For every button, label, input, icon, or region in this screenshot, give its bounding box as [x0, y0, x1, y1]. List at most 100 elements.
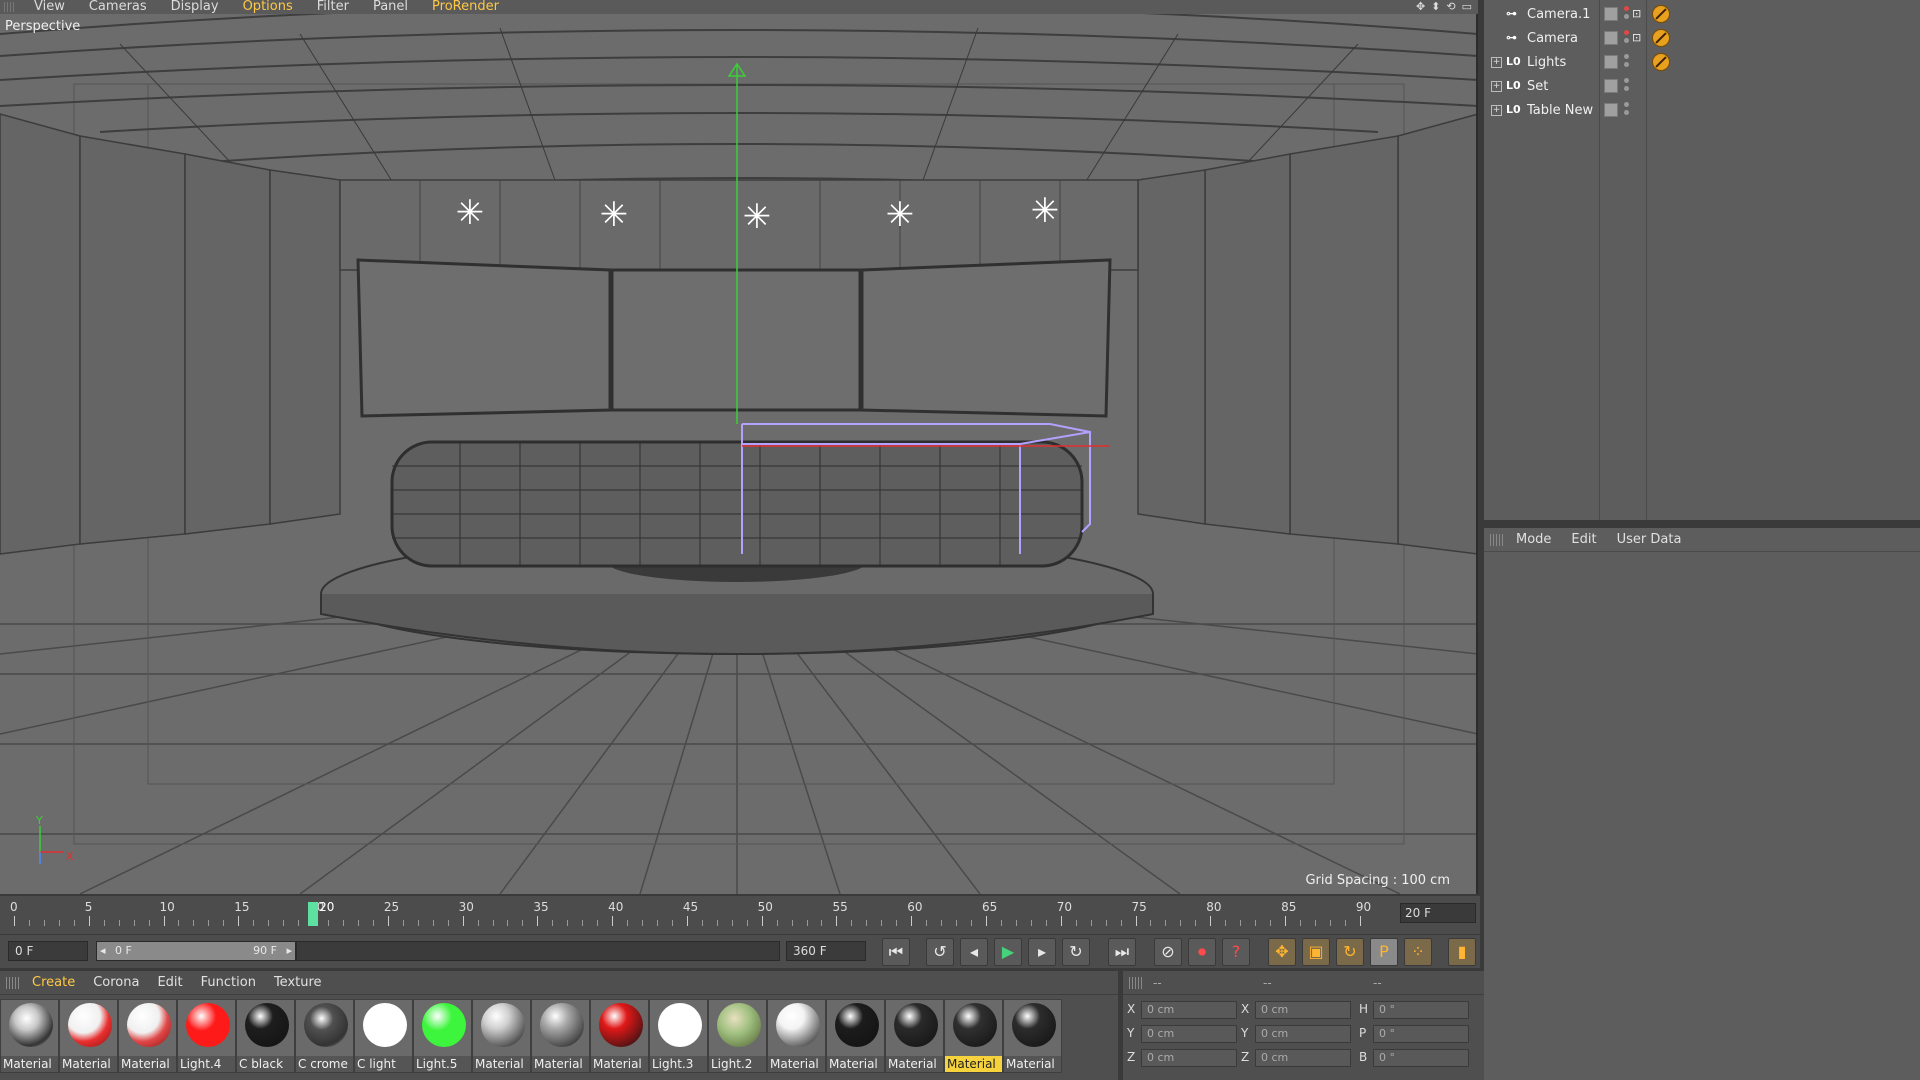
menu-view[interactable]: View	[22, 0, 77, 14]
layer-color-icon[interactable]	[1604, 55, 1618, 69]
material-swatch[interactable]: Material	[0, 999, 59, 1073]
expand-icon[interactable]: +	[1491, 57, 1502, 68]
panel-grip-icon[interactable]	[4, 2, 16, 12]
visibility-dots[interactable]	[1624, 30, 1630, 46]
keyframe-selection-icon[interactable]: ?	[1222, 938, 1250, 966]
material-swatch[interactable]: C crome	[295, 999, 354, 1073]
mat-menu-corona[interactable]: Corona	[93, 975, 139, 990]
next-frame-icon[interactable]: ▸	[1028, 938, 1056, 966]
menu-prorender[interactable]: ProRender	[420, 0, 511, 14]
mat-menu-create[interactable]: Create	[32, 975, 75, 990]
material-swatch[interactable]: Material	[531, 999, 590, 1073]
key-point-level-icon[interactable]: ⁘	[1404, 938, 1432, 966]
visibility-dots[interactable]	[1624, 6, 1630, 22]
range-left-arrow[interactable]: ◂	[100, 942, 106, 960]
material-swatch[interactable]: Material	[1003, 999, 1062, 1073]
go-to-start-icon[interactable]: ⏮	[882, 938, 910, 966]
mat-menu-texture[interactable]: Texture	[274, 975, 322, 990]
expand-icon[interactable]: +	[1491, 105, 1502, 116]
next-keyframe-icon[interactable]: ↻	[1062, 938, 1090, 966]
record-active-objects-icon[interactable]: ⊘	[1154, 938, 1182, 966]
layer-color-icon[interactable]	[1604, 31, 1618, 45]
end-frame-field[interactable]: 20 F	[1400, 903, 1476, 923]
visibility-dots[interactable]	[1624, 102, 1630, 118]
coordinate-field[interactable]: 0 cm	[1141, 1049, 1237, 1067]
material-swatch[interactable]: Light.4	[177, 999, 236, 1073]
material-swatch[interactable]: Light.3	[649, 999, 708, 1073]
visibility-dots[interactable]	[1624, 78, 1630, 94]
object-row[interactable]: + L0 Table New	[1484, 99, 1920, 123]
coordinate-field[interactable]: 0 cm	[1141, 1025, 1237, 1043]
layer-color-icon[interactable]	[1604, 79, 1618, 93]
mat-menu-function[interactable]: Function	[201, 975, 256, 990]
panel-grip-icon[interactable]	[1490, 533, 1504, 546]
dolly-view-icon[interactable]: ⬍	[1431, 0, 1440, 13]
current-frame-field[interactable]: 0 F	[8, 941, 88, 961]
material-swatch[interactable]: Material	[826, 999, 885, 1073]
move-view-icon[interactable]: ✥	[1416, 0, 1425, 13]
coordinate-field[interactable]: 0 cm	[1255, 1001, 1351, 1019]
timeline-playhead[interactable]	[308, 902, 319, 926]
menu-cameras[interactable]: Cameras	[77, 0, 159, 14]
perspective-viewport[interactable]: ✳ ✳ ✳ ✳ ✳ Y X Perspective Grid Spacing:…	[0, 14, 1478, 894]
mat-menu-edit[interactable]: Edit	[157, 975, 182, 990]
attr-menu-edit[interactable]: Edit	[1571, 532, 1596, 547]
previous-frame-icon[interactable]: ◂	[960, 938, 988, 966]
material-swatch[interactable]: C black	[236, 999, 295, 1073]
target-tag-icon[interactable]: ⊡	[1632, 31, 1646, 45]
key-scale-icon[interactable]: ▣	[1302, 938, 1330, 966]
material-swatch[interactable]: Material	[590, 999, 649, 1073]
panel-grip-icon[interactable]	[6, 976, 20, 989]
attr-menu-user-data[interactable]: User Data	[1617, 532, 1682, 547]
material-swatch[interactable]: Light.5	[413, 999, 472, 1073]
preview-range-slider[interactable]: ◂ 0 F 90 F ▸	[96, 941, 296, 961]
object-row[interactable]: ⊶ Camera.1 ⊡	[1484, 3, 1920, 27]
coordinate-field[interactable]: 0 cm	[1141, 1001, 1237, 1019]
object-name[interactable]: Lights	[1527, 55, 1566, 70]
autokeying-icon[interactable]: ⏺	[1188, 938, 1216, 966]
range-right-arrow[interactable]: ▸	[286, 942, 292, 960]
previous-keyframe-icon[interactable]: ↺	[926, 938, 954, 966]
coordinate-field[interactable]: 0 cm	[1255, 1025, 1351, 1043]
preview-range-track[interactable]	[296, 941, 780, 961]
object-row[interactable]: + L0 Set	[1484, 75, 1920, 99]
menu-options[interactable]: Options	[231, 0, 305, 14]
key-parameter-icon[interactable]: P	[1370, 938, 1398, 966]
visibility-dots[interactable]	[1624, 54, 1630, 70]
coordinate-field[interactable]: 0 °	[1373, 1049, 1469, 1067]
menu-filter[interactable]: Filter	[305, 0, 361, 14]
object-name[interactable]: Table New	[1527, 103, 1593, 118]
coordinate-field[interactable]: 0 °	[1373, 1025, 1469, 1043]
menu-panel[interactable]: Panel	[361, 0, 420, 14]
rotate-view-icon[interactable]: ⟲	[1446, 0, 1455, 13]
timeline-ruler[interactable]: 05101520253035404550556065707580859020	[10, 900, 1386, 930]
object-name[interactable]: Camera	[1527, 31, 1578, 46]
go-to-end-icon[interactable]: ⏭	[1108, 938, 1136, 966]
menu-display[interactable]: Display	[159, 0, 231, 14]
key-position-icon[interactable]: ✥	[1268, 938, 1296, 966]
material-swatch[interactable]: Material	[944, 999, 1003, 1073]
material-swatch[interactable]: Material	[767, 999, 826, 1073]
play-forward-icon[interactable]: ▶	[994, 938, 1022, 966]
layer-color-icon[interactable]	[1604, 103, 1618, 117]
object-row[interactable]: ⊶ Camera ⊡	[1484, 27, 1920, 51]
expand-icon[interactable]: +	[1491, 81, 1502, 92]
coordinate-field[interactable]: 0 °	[1373, 1001, 1469, 1019]
material-swatch[interactable]: Material	[472, 999, 531, 1073]
material-swatch[interactable]: C light	[354, 999, 413, 1073]
panel-grip-icon[interactable]	[1129, 976, 1143, 989]
material-swatch[interactable]: Material	[118, 999, 177, 1073]
object-row[interactable]: + L0 Lights	[1484, 51, 1920, 75]
attr-menu-mode[interactable]: Mode	[1516, 532, 1551, 547]
maximize-view-icon[interactable]: ▭	[1462, 0, 1472, 13]
scheme-settings-icon[interactable]: ▮	[1448, 938, 1476, 966]
max-frame-field[interactable]: 360 F	[786, 941, 866, 961]
material-swatch[interactable]: Light.2	[708, 999, 767, 1073]
protection-tag-icon[interactable]	[1652, 53, 1670, 71]
object-name[interactable]: Set	[1527, 79, 1548, 94]
target-tag-icon[interactable]: ⊡	[1632, 7, 1646, 21]
protection-tag-icon[interactable]	[1652, 5, 1670, 23]
object-name[interactable]: Camera.1	[1527, 7, 1590, 22]
timeline[interactable]: 05101520253035404550556065707580859020 2…	[0, 896, 1480, 934]
protection-tag-icon[interactable]	[1652, 29, 1670, 47]
